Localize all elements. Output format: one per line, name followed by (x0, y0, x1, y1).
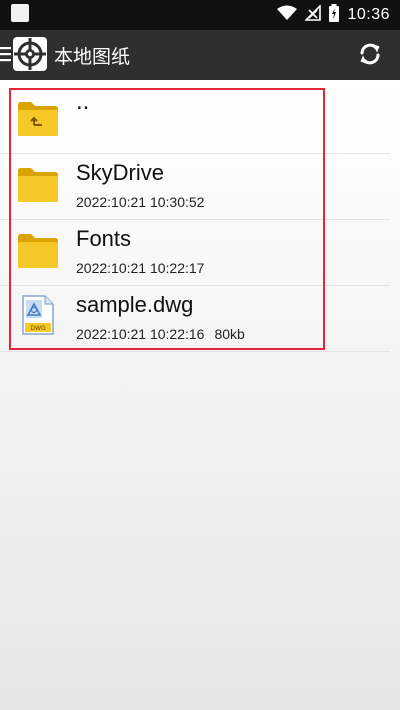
page-title: 本地图纸 (54, 46, 131, 68)
list-item-parent-folder[interactable]: .. (0, 88, 390, 154)
file-size: 80kb (214, 326, 245, 342)
wifi-icon (277, 5, 298, 25)
app-bar: 本地图纸 (0, 30, 400, 80)
file-list: .. SkyDrive 2022:10:21 10:30:52 Fonts 20… (0, 88, 390, 352)
file-name: SkyDrive (76, 160, 165, 185)
file-meta: 2022:10:21 10:22:16 80kb (76, 326, 245, 342)
file-date: 2022:10:21 10:22:17 (76, 260, 205, 276)
parent-folder-icon (17, 101, 59, 141)
list-item-skydrive[interactable]: SkyDrive 2022:10:21 10:30:52 (0, 154, 390, 220)
app-logo-icon (13, 37, 47, 71)
file-date: 2022:10:21 10:22:16 (76, 326, 205, 342)
folder-icon (17, 233, 59, 273)
dwg-file-icon: DWG (22, 295, 54, 339)
status-right-group: 10:36 (277, 0, 390, 30)
folder-icon (17, 167, 59, 207)
list-item-sample-dwg[interactable]: DWG sample.dwg 2022:10:21 10:22:16 80kb (0, 286, 390, 352)
dwg-badge-label: DWG (30, 325, 46, 332)
file-name: .. (76, 88, 90, 115)
status-time: 10:36 (347, 6, 390, 23)
list-item-fonts[interactable]: Fonts 2022:10:21 10:22:17 (0, 220, 390, 286)
notification-icon (11, 4, 29, 22)
refresh-icon[interactable] (356, 40, 384, 72)
file-name: sample.dwg (76, 292, 194, 317)
file-date: 2022:10:21 10:30:52 (76, 194, 205, 210)
file-name: Fonts (76, 226, 132, 251)
menu-icon[interactable] (0, 45, 12, 67)
battery-icon (329, 4, 340, 26)
file-browser: .. SkyDrive 2022:10:21 10:30:52 Fonts 20… (0, 80, 400, 710)
status-bar: 10:36 (0, 0, 400, 30)
signal-icon (304, 4, 322, 25)
